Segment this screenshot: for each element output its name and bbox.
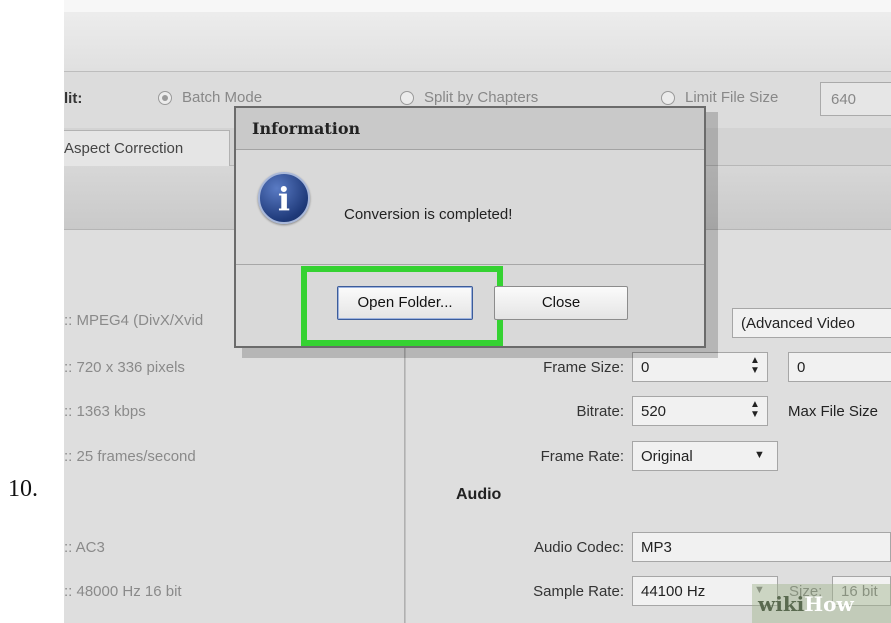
audio-codec-label: Audio Codec: — [533, 539, 624, 556]
step-number: 10. — [8, 476, 38, 502]
dialog-message: Conversion is completed! — [344, 206, 513, 223]
close-button[interactable]: Close — [494, 286, 628, 320]
bitrate-label: Bitrate: — [576, 403, 624, 420]
split-by-chapters-label[interactable]: Split by Chapters — [424, 89, 538, 106]
wikihow-watermark: wikiHow — [752, 584, 891, 623]
source-sample-rate: :: 48000 Hz 16 bit — [64, 583, 182, 600]
open-folder-button[interactable]: Open Folder... — [337, 286, 473, 320]
screenshot: lit: Batch Mode Split by Chapters Limit … — [64, 0, 891, 623]
tab-aspect-correction[interactable]: Aspect Correction — [64, 130, 230, 166]
frame-height-input[interactable]: 0 — [788, 352, 891, 382]
split-by-chapters-radio[interactable] — [400, 91, 414, 105]
dialog-title: Information — [236, 108, 704, 150]
limit-file-size-input[interactable]: 640 — [820, 82, 891, 116]
video-codec-select[interactable]: (Advanced Video — [732, 308, 891, 338]
dialog-separator — [236, 264, 704, 265]
source-audio-codec: :: AC3 — [64, 539, 105, 556]
source-bitrate: :: 1363 kbps — [64, 403, 146, 420]
max-file-size-label: Max File Size — [788, 403, 879, 420]
batch-mode-radio[interactable] — [158, 91, 172, 105]
bitrate-spinner-icon[interactable]: ▲ ▼ — [748, 400, 762, 426]
top-toolbar — [64, 0, 891, 72]
audio-codec-select[interactable]: MP3 — [632, 532, 891, 562]
split-label: lit: — [64, 90, 83, 107]
audio-heading: Audio — [456, 486, 502, 503]
limit-file-size-radio[interactable] — [661, 91, 675, 105]
sample-rate-label: Sample Rate: — [533, 583, 624, 600]
frame-rate-dropdown-icon[interactable]: ▼ — [754, 449, 765, 461]
frame-rate-label: Frame Rate: — [540, 448, 624, 465]
source-codec: :: MPEG4 (DivX/Xvid — [64, 312, 204, 329]
limit-file-size-label[interactable]: Limit File Size — [685, 89, 778, 106]
info-icon: i — [258, 172, 310, 224]
source-frame-rate: :: 25 frames/second — [64, 448, 196, 465]
frame-size-label: Frame Size: — [543, 359, 624, 376]
source-resolution: :: 720 x 336 pixels — [64, 359, 185, 376]
frame-width-spinner-icon[interactable]: ▲ ▼ — [748, 356, 762, 382]
batch-mode-label[interactable]: Batch Mode — [182, 89, 262, 106]
